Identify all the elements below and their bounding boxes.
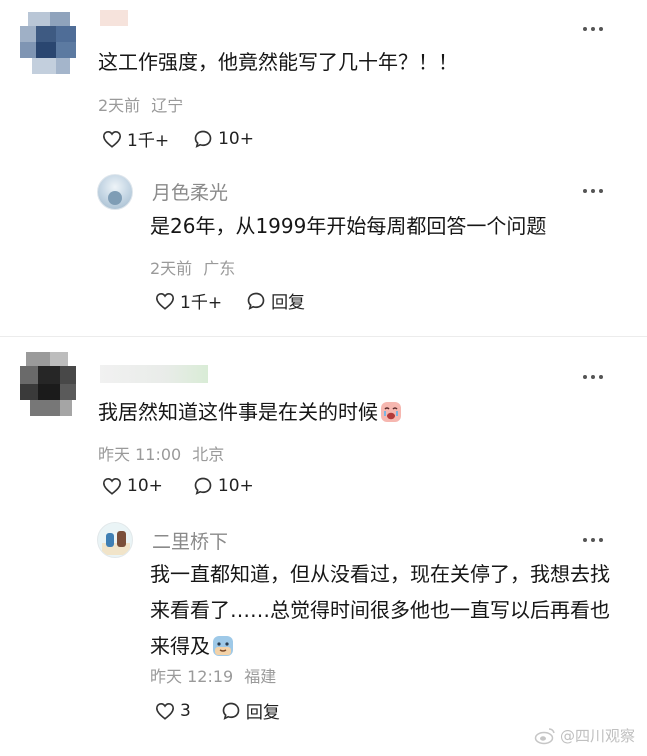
more-dots-icon[interactable]	[583, 375, 603, 379]
watermark-text: @四川观察	[559, 727, 635, 745]
reply-count: 10+	[218, 128, 254, 149]
comment-meta: 昨天 11:00 北京	[98, 441, 224, 465]
comment-location: 北京	[192, 445, 225, 464]
speech-bubble-icon	[194, 130, 212, 148]
speech-bubble-icon	[194, 477, 212, 495]
reply-actions: 1千+ 回复	[155, 288, 329, 313]
like-count: 1千+	[127, 131, 170, 151]
heart-outline-icon	[155, 292, 175, 310]
reply-text: 是26年，从1999年开始每周都回答一个问题	[150, 214, 547, 238]
reply-avatar[interactable]	[97, 522, 133, 558]
reply-meta: 2天前 广东	[150, 255, 235, 279]
like-button[interactable]: 1千+	[155, 288, 222, 313]
reply-avatar[interactable]	[97, 174, 133, 210]
reply-button[interactable]: 回复	[246, 288, 305, 313]
crying-face-icon	[381, 402, 401, 422]
reply-button[interactable]: 回复	[221, 698, 280, 723]
comment-location: 辽宁	[151, 96, 184, 115]
comment-meta: 2天前 辽宁	[98, 92, 183, 116]
reply-time: 2天前	[150, 259, 193, 278]
comment-text: 我居然知道这件事是在关的时候	[98, 394, 618, 430]
heart-outline-icon	[102, 130, 122, 148]
blurred-username	[100, 365, 208, 383]
reply-username[interactable]: 二里桥下	[152, 527, 228, 554]
like-count: 3	[180, 700, 191, 721]
reply-username[interactable]: 月色柔光	[152, 178, 228, 205]
more-dots-icon[interactable]	[583, 27, 603, 31]
sweating-face-icon	[213, 636, 233, 656]
more-dots-icon[interactable]	[583, 538, 603, 542]
reply-label: 回复	[245, 703, 280, 723]
speech-bubble-icon	[222, 702, 240, 720]
weibo-logo-icon	[534, 727, 555, 744]
reply-location: 广东	[203, 259, 236, 278]
reply-count: 10+	[217, 476, 254, 496]
reply-meta: 昨天 12:19 福建	[150, 663, 276, 687]
like-button[interactable]: 1千+	[102, 126, 169, 151]
comment-button[interactable]: 10+	[193, 129, 254, 149]
heart-outline-icon	[102, 477, 122, 495]
watermark: @四川观察	[534, 725, 635, 746]
comment-time: 2天前	[98, 96, 141, 115]
reply-actions: 3 回复	[155, 698, 304, 723]
avatar[interactable]	[20, 352, 76, 416]
reply-text: 我一直都知道，但从没看过，现在关停了，我想去找来看看了……总觉得时间很多他也一直…	[150, 556, 615, 664]
like-button[interactable]: 10+	[102, 476, 163, 496]
speech-bubble-icon	[247, 292, 265, 310]
avatar[interactable]	[20, 12, 76, 74]
like-button[interactable]: 3	[155, 701, 191, 721]
like-count: 1千+	[180, 293, 223, 313]
like-count: 10+	[127, 476, 163, 496]
heart-outline-icon	[155, 702, 175, 720]
more-dots-icon[interactable]	[583, 189, 603, 193]
divider	[0, 336, 647, 337]
comment-text-content: 我居然知道这件事是在关的时候	[98, 400, 378, 424]
comment-text: 这工作强度，他竟然能写了几十年？！！	[98, 50, 458, 74]
comment-time: 昨天 11:00	[98, 445, 182, 464]
reply-time: 昨天 12:19	[150, 667, 234, 686]
comment-button[interactable]: 10+	[193, 476, 254, 496]
reply-location: 福建	[244, 667, 277, 686]
reply-label: 回复	[271, 293, 306, 313]
comment-actions: 1千+ 10+	[102, 126, 278, 151]
blurred-username	[100, 10, 128, 26]
comment-actions: 10+ 10+	[102, 476, 278, 496]
